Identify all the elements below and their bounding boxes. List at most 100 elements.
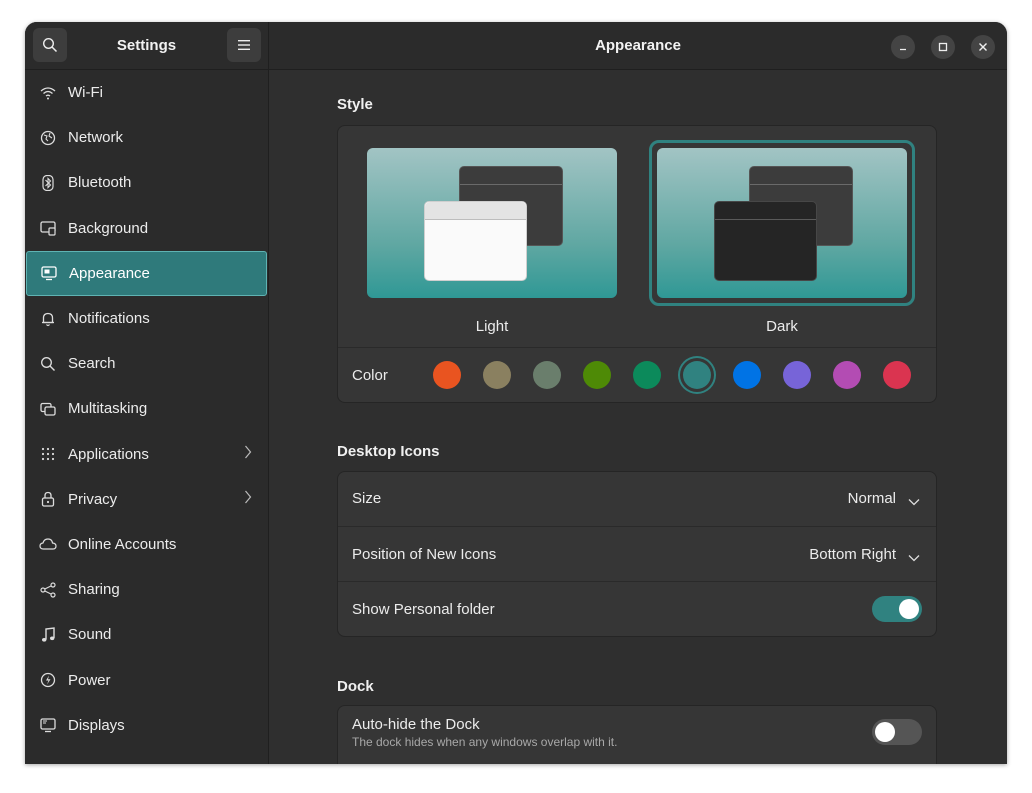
search-button[interactable] xyxy=(33,28,67,62)
background-icon xyxy=(39,219,57,237)
sidebar-item-appearance[interactable]: Appearance xyxy=(26,250,267,296)
desktop-icons-section-title: Desktop Icons xyxy=(337,443,440,460)
share-icon xyxy=(39,581,57,599)
sidebar-item-label: Network xyxy=(68,129,124,147)
accent-color-swatch[interactable] xyxy=(833,361,861,389)
display-icon xyxy=(39,716,57,734)
sidebar-item-online-accounts[interactable]: Online Accounts xyxy=(25,522,268,567)
chevron-right-icon xyxy=(244,445,252,464)
minimize-button[interactable] xyxy=(891,35,915,59)
accent-color-swatch[interactable] xyxy=(583,361,611,389)
accent-color-swatch[interactable] xyxy=(483,361,511,389)
dark-style-label: Dark xyxy=(766,318,798,335)
network-icon xyxy=(39,129,57,147)
minimize-icon xyxy=(900,48,906,51)
sidebar-item-search[interactable]: Search xyxy=(25,341,268,386)
maximize-icon xyxy=(938,42,948,52)
accent-color-row: Color xyxy=(338,347,936,402)
autohide-toggle[interactable] xyxy=(872,719,922,745)
accent-color-swatch[interactable] xyxy=(783,361,811,389)
sidebar-item-label: Sharing xyxy=(68,581,120,599)
sidebar-item-multitasking[interactable]: Multitasking xyxy=(25,386,268,431)
desktop-icons-card: Size Normal Position of New Icons Bottom… xyxy=(337,471,937,637)
sidebar-item-label: Online Accounts xyxy=(68,535,177,553)
sidebar-header: Settings xyxy=(25,22,268,70)
dock-card: Auto-hide the Dock The dock hides when a… xyxy=(337,705,937,764)
sidebar-item-label: Power xyxy=(68,671,111,689)
sidebar-item-privacy[interactable]: Privacy xyxy=(25,477,268,522)
icon-position-value[interactable]: Bottom Right xyxy=(809,546,896,563)
chevron-down-icon[interactable] xyxy=(908,549,920,567)
accent-color-swatch[interactable] xyxy=(633,361,661,389)
sidebar-item-applications[interactable]: Applications xyxy=(25,432,268,477)
personal-folder-row: Show Personal folder xyxy=(338,581,936,636)
accent-color-swatch[interactable] xyxy=(433,361,461,389)
icon-size-row[interactable]: Size Normal xyxy=(338,472,936,526)
light-preview-front-window xyxy=(424,201,527,281)
dark-style-option[interactable] xyxy=(657,148,907,298)
accent-color-swatch[interactable] xyxy=(883,361,911,389)
icon-position-label: Position of New Icons xyxy=(352,546,497,563)
icon-position-row[interactable]: Position of New Icons Bottom Right xyxy=(338,526,936,582)
sidebar-item-label: Search xyxy=(68,355,116,373)
sidebar-item-displays[interactable]: Displays xyxy=(25,703,268,748)
icon-size-label: Size xyxy=(352,490,382,507)
sidebar-item-bluetooth[interactable]: Bluetooth xyxy=(25,160,268,205)
sidebar-item-label: Displays xyxy=(68,716,125,734)
multitasking-icon xyxy=(39,400,57,418)
sidebar-item-notifications[interactable]: Notifications xyxy=(25,296,268,341)
main-menu-button[interactable] xyxy=(227,28,261,62)
close-button[interactable] xyxy=(971,35,995,59)
search-icon xyxy=(42,37,58,53)
music-note-icon xyxy=(39,626,57,644)
color-label: Color xyxy=(352,367,388,384)
search-icon xyxy=(39,355,57,373)
sidebar-title: Settings xyxy=(116,37,177,54)
appearance-icon xyxy=(40,264,58,282)
toggle-knob xyxy=(899,599,919,619)
sidebar-item-label: Background xyxy=(68,219,149,237)
sidebar-item-label: Applications xyxy=(68,445,149,463)
light-style-label: Light xyxy=(475,318,509,335)
power-icon xyxy=(39,671,57,689)
main-header: Appearance xyxy=(269,22,1007,70)
sidebar-item-label: Bluetooth xyxy=(68,174,132,192)
light-style-option[interactable] xyxy=(367,148,617,298)
accent-color-swatch[interactable] xyxy=(533,361,561,389)
sidebar-item-network[interactable]: Network xyxy=(25,115,268,160)
sidebar-item-background[interactable]: Background xyxy=(25,206,268,251)
sidebar-item-label: Wi-Fi xyxy=(68,84,103,102)
sidebar-item-label: Multitasking xyxy=(68,400,148,418)
hamburger-icon xyxy=(238,40,250,50)
accent-color-swatch[interactable] xyxy=(683,361,711,389)
close-icon xyxy=(979,43,987,51)
sidebar-item-sharing[interactable]: Sharing xyxy=(25,567,268,612)
sidebar-item-sound[interactable]: Sound xyxy=(25,612,268,657)
bluetooth-icon xyxy=(39,174,57,192)
wifi-icon xyxy=(39,84,57,102)
accent-color-swatch[interactable] xyxy=(733,361,761,389)
sidebar-item-wifi[interactable]: Wi-Fi xyxy=(25,70,268,115)
chevron-right-icon xyxy=(244,490,252,509)
lock-icon xyxy=(39,490,57,508)
sidebar: Settings Wi-Fi Network Bluetooth Backgro… xyxy=(25,22,269,764)
autohide-label: Auto-hide the Dock xyxy=(352,716,480,733)
settings-window: Settings Wi-Fi Network Bluetooth Backgro… xyxy=(25,22,1007,764)
autohide-description: The dock hides when any windows overlap … xyxy=(352,735,618,749)
icon-size-value[interactable]: Normal xyxy=(848,490,896,507)
chevron-down-icon[interactable] xyxy=(908,493,920,511)
dock-section-title: Dock xyxy=(337,678,374,695)
personal-folder-label: Show Personal folder xyxy=(352,601,495,618)
sidebar-item-label: Sound xyxy=(68,626,112,644)
cloud-icon xyxy=(39,535,57,553)
personal-folder-toggle[interactable] xyxy=(872,596,922,622)
toggle-knob xyxy=(875,722,895,742)
sidebar-item-power[interactable]: Power xyxy=(25,657,268,702)
bell-icon xyxy=(39,310,57,328)
appearance-content: Style Light Dark Color Desktop Icons Siz… xyxy=(269,70,1007,764)
sidebar-item-label: Notifications xyxy=(68,310,150,328)
maximize-button[interactable] xyxy=(931,35,955,59)
autohide-row: Auto-hide the Dock The dock hides when a… xyxy=(338,706,936,762)
style-card: Light Dark Color xyxy=(337,125,937,403)
style-section-title: Style xyxy=(337,96,373,113)
